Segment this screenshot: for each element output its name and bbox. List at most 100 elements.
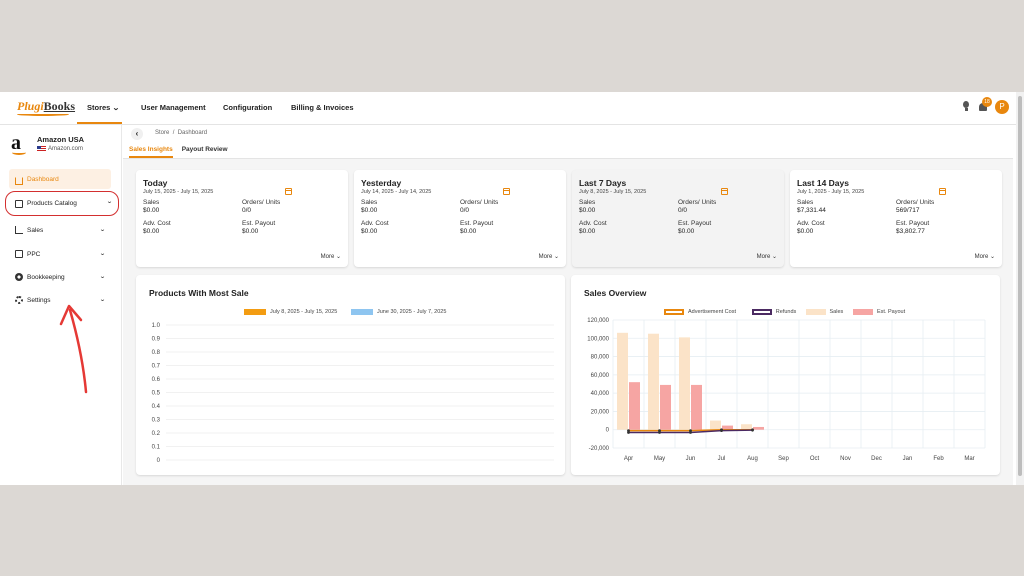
logo-part-1: Plugi [17,99,44,113]
y-tick-label: 20,000 [591,409,610,415]
lightbulb-icon[interactable] [961,100,971,114]
adv-cost-label: Adv. Cost [361,220,389,227]
more-button[interactable]: More ⌄ [539,253,559,260]
x-tick-label: Jan [903,456,913,462]
card-title: Yesterday [361,178,402,188]
y-tick-label: 0.5 [152,391,161,397]
logo-swoosh [17,113,69,116]
bar-sales[interactable] [617,332,628,430]
store-name: Amazon USA [37,135,85,144]
user-avatar[interactable]: P [995,100,1009,114]
line-point[interactable] [720,429,723,433]
sidebar-item-label: Settings [27,296,51,304]
payout-label: Est. Payout [242,220,276,227]
y-tick-label: 0.4 [152,404,161,410]
chevron-down-icon: ⌄ [99,251,106,257]
chevron-down-icon: ⌄ [989,254,995,260]
payout-label: Est. Payout [896,220,930,227]
scrollbar-thumb[interactable] [1018,96,1022,476]
payout-value: $3,802.77 [896,228,925,235]
sales-overview-chart: 120,000 100,000 80,000 60,000 40,000 20,000 0 -… [587,318,986,462]
x-tick-label: Nov [840,456,851,462]
bar-est-payout[interactable] [629,382,640,430]
sales-label: Sales [579,199,596,206]
more-button[interactable]: More ⌄ [321,253,341,260]
nav-user-management[interactable]: User Management [141,103,206,112]
more-button[interactable]: More ⌄ [757,253,777,260]
payout-value: $0.00 [460,228,477,235]
calendar-icon[interactable] [939,188,946,195]
catalog-icon [15,199,23,208]
nav-stores[interactable]: Stores ⌄ [77,103,122,124]
nav-configuration[interactable]: Configuration [223,103,272,112]
x-tick-label: Sep [778,456,789,462]
chevron-down-icon: ⌄ [99,297,106,303]
more-label: More [538,254,553,260]
calendar-icon[interactable] [721,188,728,195]
sidebar-item-label: Sales [27,226,44,234]
adv-cost-label: Adv. Cost [797,220,825,227]
more-button[interactable]: More ⌄ [975,253,995,260]
bar-est-payout[interactable] [753,426,764,430]
x-tick-label: Dec [871,456,882,462]
store-domain-text: Amazon.com [48,146,84,152]
nav-stores-label: Stores [87,103,111,112]
breadcrumb-store[interactable]: Store [155,130,169,136]
sidebar-item-products-catalog[interactable]: Products Catalog ⌄ [5,191,119,216]
orders-label: Orders/ Units [896,199,935,206]
y-tick-label: 80,000 [591,355,610,361]
bar-sales[interactable] [741,424,752,430]
orders-value: 569/717 [896,207,920,214]
orders-value: 0/0 [678,207,688,214]
y-tick-label: 0.2 [152,431,161,437]
card-date: July 8, 2025 - July 15, 2025 [579,189,647,195]
x-tick-label: Feb [933,456,944,462]
y-tick-label: 100,000 [587,336,609,342]
line-point[interactable] [658,431,661,434]
adv-cost-value: $0.00 [797,228,814,235]
tab-payout-review[interactable]: Payout Review [182,146,228,158]
orders-value: 0/0 [242,207,252,214]
x-tick-label: Jul [718,456,726,462]
more-label: More [756,254,771,260]
sidebar-item-label: Bookkeeping [27,273,65,281]
card-date: July 1, 2025 - July 15, 2025 [797,189,865,195]
y-tick-label: 0.9 [152,337,161,343]
sidebar-item-dashboard[interactable]: Dashboard [9,169,111,189]
line-point[interactable] [751,428,754,432]
tab-sales-insights[interactable]: Sales Insights [129,146,173,158]
payout-label: Est. Payout [678,220,712,227]
scrollbar[interactable] [1016,92,1024,485]
line-point[interactable] [689,431,692,434]
bar-sales[interactable] [710,420,721,430]
nav-active-indicator [77,122,122,124]
store-domain: Amazon.com [37,146,83,152]
calendar-icon[interactable] [503,188,510,195]
sidebar-item-bookkeeping[interactable]: Bookkeeping ⌄ [9,267,111,287]
chevron-down-icon: ⌄ [99,227,106,233]
bar-est-payout[interactable] [691,384,702,430]
calendar-icon[interactable] [285,188,292,195]
bar-sales[interactable] [679,337,690,430]
y-tick-label: 60,000 [591,373,610,379]
plugibooks-logo[interactable]: PlugiBooks [17,99,75,116]
card-date: July 14, 2025 - July 14, 2025 [361,189,432,195]
chevron-down-icon: ⌄ [553,254,559,260]
ppc-icon [15,250,23,258]
nav-billing-invoices[interactable]: Billing & Invoices [291,103,354,112]
orders-label: Orders/ Units [242,199,281,206]
y-tick-label: 120,000 [587,318,609,324]
sidebar-item-ppc[interactable]: PPC ⌄ [9,244,111,264]
sidebar-item-sales[interactable]: Sales ⌄ [9,220,111,240]
main-content: ‹ Store / Dashboard Sales Insights Payou… [123,125,1013,485]
x-tick-label: Oct [810,456,820,462]
bar-sales[interactable] [648,333,659,430]
back-button[interactable]: ‹ [131,128,143,140]
sales-label: Sales [797,199,814,206]
line-point[interactable] [627,431,630,434]
chevron-down-icon: ⌄ [335,254,341,260]
bar-est-payout[interactable] [660,384,671,430]
notifications-button[interactable]: 18 [977,97,992,114]
y-tick-label: 0.8 [152,350,161,356]
y-tick-label: 0.1 [152,445,161,451]
